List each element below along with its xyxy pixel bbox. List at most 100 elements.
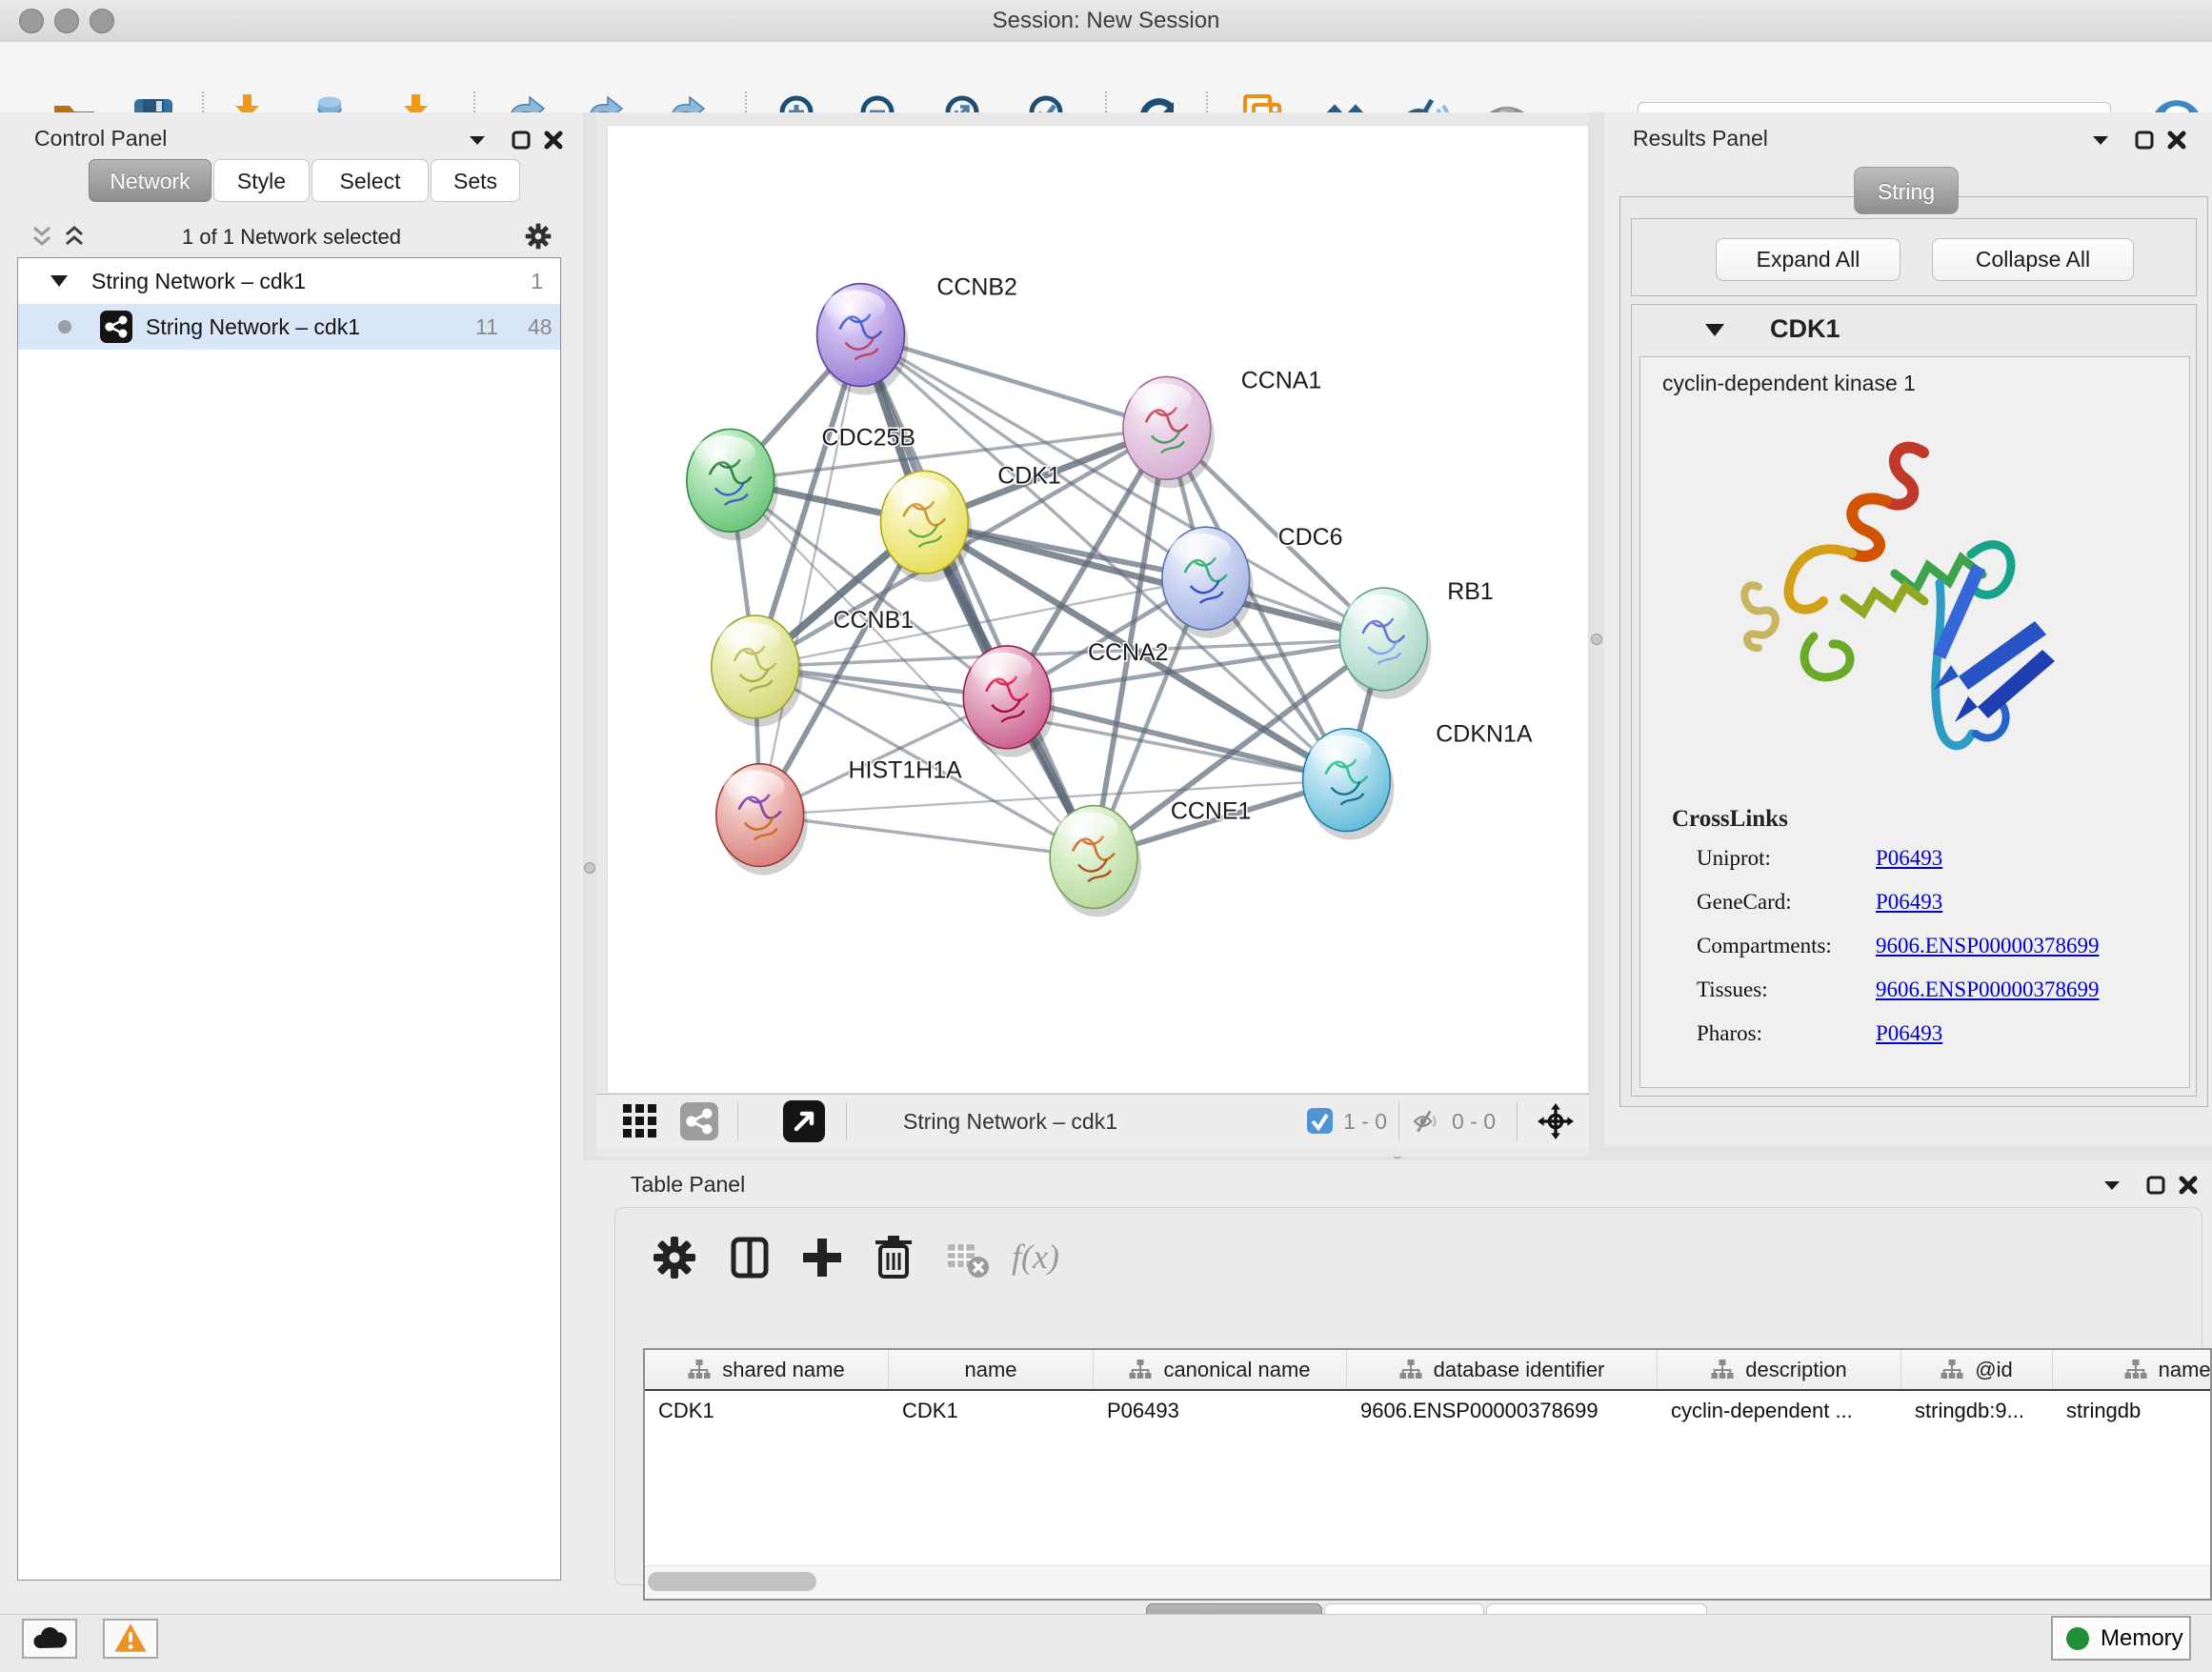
table-cell[interactable]: CDK1 — [645, 1391, 889, 1431]
crosslink-link[interactable]: 9606.ENSP00000378699 — [1876, 934, 2100, 958]
column-header-database-identifier[interactable]: database identifier — [1347, 1350, 1658, 1389]
tab-select[interactable]: Select — [312, 159, 429, 202]
delete-table-icon[interactable] — [940, 1231, 994, 1284]
table-cell[interactable]: stringdb — [2053, 1391, 2212, 1431]
crosslink-link[interactable]: P06493 — [1876, 846, 1942, 871]
current-network-dot — [58, 320, 71, 333]
table-cell[interactable]: stringdb:9... — [1901, 1391, 2053, 1431]
table-cell[interactable]: P06493 — [1094, 1391, 1347, 1431]
column-label: shared name — [722, 1358, 844, 1382]
protein-structure-image — [1699, 410, 2081, 791]
hidden-count: 0 - 0 — [1452, 1095, 1496, 1148]
network-node-count: 11 — [475, 304, 498, 350]
memory-status-dot — [2066, 1627, 2089, 1650]
expand-all-button[interactable]: Expand All — [1716, 238, 1900, 281]
network-node-CDK1[interactable]: CDK1 — [880, 462, 1060, 582]
add-column-icon[interactable] — [795, 1231, 849, 1284]
panel-float-icon[interactable] — [2143, 1173, 2168, 1198]
column-header-name[interactable]: name — [889, 1350, 1094, 1389]
panel-menu-icon[interactable] — [2088, 128, 2113, 152]
splitter-handle[interactable] — [584, 862, 595, 874]
gene-section-header[interactable]: CDK1 — [1632, 305, 2196, 354]
gene-section: CDK1 cyclin-dependent kinase 1 — [1631, 304, 2197, 1097]
splitter-handle[interactable] — [1591, 634, 1602, 645]
network-node-CDKN1A[interactable]: CDKN1A — [1303, 721, 1533, 840]
panel-close-icon[interactable] — [2164, 128, 2189, 152]
warnings-button[interactable] — [103, 1619, 158, 1659]
selected-checkbox-icon[interactable] — [1307, 1108, 1333, 1134]
column-header-@id[interactable]: @id — [1901, 1350, 2053, 1389]
cloud-button[interactable] — [22, 1619, 77, 1659]
column-hierarchy-icon — [1129, 1360, 1152, 1380]
panel-float-icon[interactable] — [2132, 128, 2157, 152]
tab-sets[interactable]: Sets — [431, 159, 520, 202]
collapse-triangle-icon[interactable] — [1703, 322, 1726, 339]
network-row-selected[interactable]: String Network – cdk1 11 48 — [18, 304, 560, 350]
collapse-all-button[interactable]: Collapse All — [1932, 238, 2134, 281]
table-row[interactable]: CDK1CDK1P064939606.ENSP00000378699cyclin… — [645, 1391, 2210, 1431]
network-node-RB1[interactable]: RB1 — [1339, 578, 1493, 699]
node-label: CCNE1 — [1171, 798, 1252, 825]
control-panel: Control Panel NetworkStyleSelectSets 1 o… — [0, 112, 583, 1614]
column-hierarchy-icon — [1941, 1360, 1963, 1380]
column-header-description[interactable]: description — [1658, 1350, 1901, 1389]
panel-float-icon[interactable] — [509, 128, 533, 152]
network-edge[interactable] — [760, 816, 1094, 857]
network-view-title: String Network – cdk1 — [903, 1095, 1117, 1148]
hidden-eye-slash-icon[interactable] — [1412, 1107, 1442, 1136]
crosslink-row: Pharos:P06493 — [1697, 1021, 2189, 1046]
memory-button[interactable]: Memory — [2051, 1616, 2191, 1661]
table-cell[interactable]: CDK1 — [889, 1391, 1094, 1431]
table-cell[interactable]: 9606.ENSP00000378699 — [1347, 1391, 1658, 1431]
network-collection-row[interactable]: String Network – cdk1 1 — [18, 258, 560, 304]
network-canvas[interactable]: CCNB2CCNA1CDC25BCDK1CDC6RB1CCNB1CCNA2CDK… — [607, 125, 1589, 1094]
pan-crosshair-icon[interactable] — [1538, 1103, 1574, 1139]
results-tab-string[interactable]: String — [1854, 167, 1959, 214]
panel-close-icon[interactable] — [541, 128, 566, 152]
crosslink-link[interactable]: P06493 — [1876, 890, 1942, 915]
collapse-triangle-icon[interactable] — [49, 272, 70, 290]
column-header-shared-name[interactable]: shared name — [645, 1350, 889, 1389]
node-label: CCNA2 — [1088, 639, 1169, 666]
show-columns-icon[interactable] — [723, 1231, 776, 1284]
column-header-canonical-name[interactable]: canonical name — [1094, 1350, 1347, 1389]
crosslink-link[interactable]: P06493 — [1876, 1021, 1942, 1046]
results-panel: Results Panel String Expand All Collapse… — [1604, 112, 2212, 1146]
tab-style[interactable]: Style — [213, 159, 310, 202]
network-edge[interactable] — [760, 335, 861, 816]
panel-menu-icon[interactable] — [465, 128, 490, 152]
crosslink-link[interactable]: 9606.ENSP00000378699 — [1876, 977, 2100, 1002]
status-bar: Memory — [0, 1614, 2212, 1672]
panel-menu-icon[interactable] — [2100, 1173, 2124, 1198]
selected-count: 1 - 0 — [1343, 1095, 1387, 1148]
node-label: HIST1H1A — [849, 757, 963, 784]
network-collection-count: 1 — [531, 258, 543, 304]
gene-details-box: cyclin-dependent kinase 1 — [1639, 356, 2190, 1088]
table-body: CDK1CDK1P064939606.ENSP00000378699cyclin… — [645, 1391, 2210, 1431]
birds-eye-view-icon[interactable] — [783, 1100, 825, 1142]
function-builder-button[interactable]: f(x) — [1012, 1237, 1059, 1277]
column-header-namespace[interactable]: namespace — [2053, 1350, 2212, 1389]
network-panel: CCNB2CCNA1CDC25BCDK1CDC6RB1CCNB1CCNA2CDK… — [596, 112, 1589, 1157]
delete-column-icon[interactable] — [867, 1231, 920, 1284]
node-label: CCNB1 — [834, 607, 915, 634]
scrollbar-thumb[interactable] — [648, 1572, 816, 1591]
tab-network[interactable]: Network — [89, 159, 211, 202]
network-node-HIST1H1A[interactable]: HIST1H1A — [716, 757, 962, 876]
panel-close-icon[interactable] — [2176, 1173, 2201, 1198]
node-label: RB1 — [1447, 578, 1494, 605]
footer-separator — [846, 1102, 847, 1140]
horizontal-scrollbar[interactable] — [645, 1565, 2210, 1599]
table-cell[interactable]: cyclin-dependent ... — [1658, 1391, 1901, 1431]
grid-view-icon[interactable] — [621, 1102, 659, 1140]
right-splitter[interactable] — [1589, 112, 1604, 1157]
network-share-gray-icon[interactable] — [680, 1102, 718, 1140]
left-splitter[interactable] — [583, 112, 596, 1157]
cloud-icon — [31, 1624, 68, 1651]
gear-icon[interactable] — [522, 220, 554, 252]
node-table[interactable]: shared name name canonical name database id… — [643, 1348, 2212, 1601]
column-label: canonical name — [1163, 1358, 1310, 1382]
network-node-CCNB1[interactable]: CCNB1 — [712, 607, 914, 727]
network-node-CCNA1[interactable]: CCNA1 — [1123, 367, 1321, 488]
table-settings-gear-icon[interactable] — [648, 1231, 701, 1284]
